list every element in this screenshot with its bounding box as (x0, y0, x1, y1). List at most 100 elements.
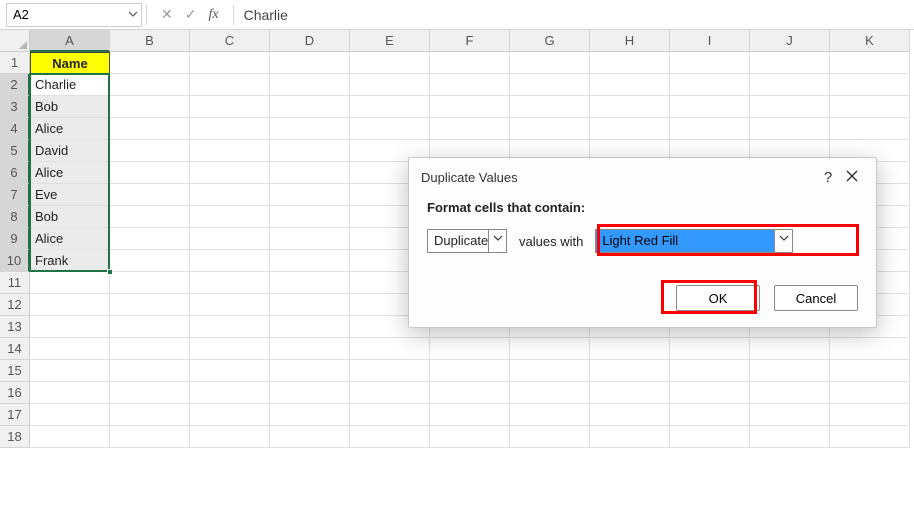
cell[interactable] (590, 118, 670, 140)
cell[interactable] (270, 250, 350, 272)
cell[interactable] (190, 272, 270, 294)
cell[interactable] (510, 426, 590, 448)
cell[interactable] (270, 228, 350, 250)
chevron-down-icon[interactable] (488, 230, 506, 252)
row-header[interactable]: 8 (0, 206, 30, 228)
row-header[interactable]: 16 (0, 382, 30, 404)
data-cell[interactable]: Alice (30, 162, 110, 184)
cell[interactable] (670, 360, 750, 382)
cell[interactable] (190, 426, 270, 448)
cell[interactable] (110, 360, 190, 382)
cell[interactable] (510, 404, 590, 426)
cell[interactable] (110, 272, 190, 294)
cell[interactable] (110, 382, 190, 404)
cell[interactable] (190, 184, 270, 206)
cell[interactable] (110, 316, 190, 338)
column-header[interactable]: K (830, 30, 910, 52)
cell[interactable] (30, 360, 110, 382)
cell[interactable] (510, 118, 590, 140)
cell[interactable] (430, 52, 510, 74)
cell[interactable] (110, 206, 190, 228)
data-cell[interactable]: Bob (30, 206, 110, 228)
row-header[interactable]: 15 (0, 360, 30, 382)
cell[interactable] (190, 74, 270, 96)
cell[interactable] (510, 382, 590, 404)
cell[interactable] (190, 118, 270, 140)
column-header[interactable]: G (510, 30, 590, 52)
cell[interactable] (430, 426, 510, 448)
cell[interactable] (670, 404, 750, 426)
cell[interactable] (270, 52, 350, 74)
cell[interactable] (30, 382, 110, 404)
cell[interactable] (430, 382, 510, 404)
dialog-help-icon[interactable]: ? (816, 169, 840, 186)
column-header[interactable]: F (430, 30, 510, 52)
row-header[interactable]: 10 (0, 250, 30, 272)
cell[interactable] (350, 96, 430, 118)
cell[interactable] (30, 404, 110, 426)
row-header[interactable]: 3 (0, 96, 30, 118)
cell[interactable] (270, 426, 350, 448)
row-header[interactable]: 7 (0, 184, 30, 206)
column-header[interactable]: B (110, 30, 190, 52)
cell[interactable] (110, 140, 190, 162)
cell[interactable] (510, 338, 590, 360)
cell[interactable] (430, 96, 510, 118)
cell[interactable] (190, 140, 270, 162)
cell[interactable] (190, 250, 270, 272)
column-header[interactable]: D (270, 30, 350, 52)
row-header[interactable]: 9 (0, 228, 30, 250)
cell[interactable] (590, 96, 670, 118)
cell[interactable] (430, 360, 510, 382)
row-header[interactable]: 12 (0, 294, 30, 316)
cell[interactable] (350, 404, 430, 426)
name-box[interactable] (7, 4, 125, 26)
column-header[interactable]: J (750, 30, 830, 52)
cell[interactable] (750, 338, 830, 360)
cell[interactable] (430, 338, 510, 360)
cell[interactable] (830, 404, 910, 426)
data-cell[interactable]: Alice (30, 118, 110, 140)
cell[interactable] (350, 382, 430, 404)
cell[interactable] (750, 404, 830, 426)
cell[interactable] (30, 338, 110, 360)
cell[interactable] (830, 52, 910, 74)
cell[interactable] (750, 74, 830, 96)
rule-type-combo[interactable]: Duplicate (427, 229, 507, 253)
cell[interactable] (270, 360, 350, 382)
cell[interactable] (590, 382, 670, 404)
row-header[interactable]: 5 (0, 140, 30, 162)
header-cell[interactable]: Name (30, 52, 110, 74)
cell[interactable] (270, 118, 350, 140)
column-header[interactable]: E (350, 30, 430, 52)
cell[interactable] (110, 184, 190, 206)
cell[interactable] (830, 118, 910, 140)
cell[interactable] (830, 74, 910, 96)
column-header[interactable]: A (30, 30, 110, 52)
cell[interactable] (830, 338, 910, 360)
column-header[interactable]: I (670, 30, 750, 52)
cancel-button[interactable]: Cancel (774, 285, 858, 311)
cell[interactable] (670, 96, 750, 118)
cell[interactable] (270, 316, 350, 338)
cell[interactable] (30, 316, 110, 338)
cell[interactable] (830, 96, 910, 118)
cell[interactable] (830, 382, 910, 404)
dialog-titlebar[interactable]: Duplicate Values ? (409, 158, 876, 196)
cell[interactable] (510, 96, 590, 118)
fx-icon[interactable]: fx (208, 7, 218, 23)
cell[interactable] (590, 74, 670, 96)
cell[interactable] (110, 52, 190, 74)
cell[interactable] (510, 74, 590, 96)
cell[interactable] (190, 382, 270, 404)
cell[interactable] (110, 250, 190, 272)
cell[interactable] (590, 404, 670, 426)
cell[interactable] (270, 382, 350, 404)
cell[interactable] (270, 338, 350, 360)
format-option-combo[interactable]: Light Red Fill (595, 229, 793, 253)
cell[interactable] (270, 272, 350, 294)
cell[interactable] (670, 74, 750, 96)
cell[interactable] (670, 52, 750, 74)
cell[interactable] (110, 426, 190, 448)
cell[interactable] (270, 96, 350, 118)
